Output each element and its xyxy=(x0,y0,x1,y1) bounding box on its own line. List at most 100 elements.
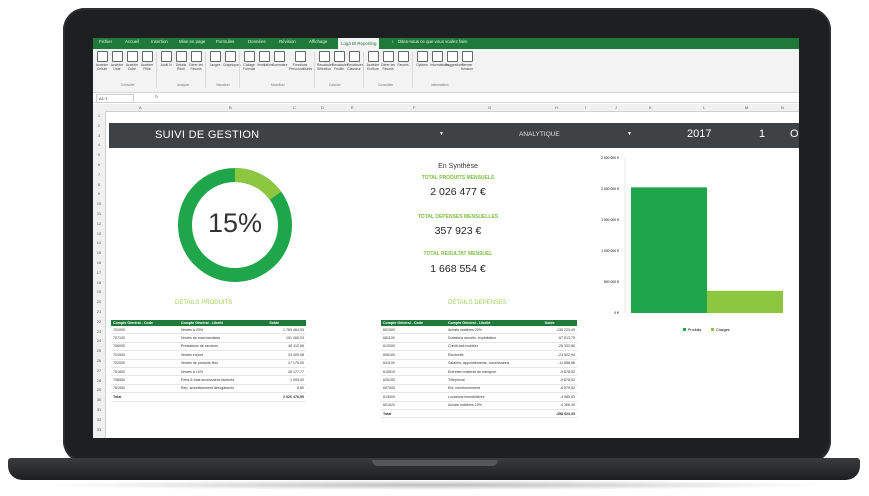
row-header[interactable]: 9 xyxy=(93,191,105,196)
favoris-star-button[interactable]: Favoris xyxy=(396,51,410,67)
table-row[interactable]: 701000 Ventes à 20% 1 769 464,53 xyxy=(111,326,306,335)
table-row[interactable]: 601000 Achats matières 20% -135 223,49 xyxy=(381,326,577,335)
table-row[interactable]: 702000 Ventes de produits finis 17 175,00 xyxy=(111,359,306,368)
table-row[interactable]: 781500 Rep. amortissement dérogatoires 8,8… xyxy=(111,384,306,394)
row-header[interactable]: 25 xyxy=(93,348,105,353)
account-code[interactable]: 641100 xyxy=(381,359,447,368)
account-label[interactable]: Téléphone xyxy=(446,375,543,385)
row-header[interactable]: 30 xyxy=(93,397,105,402)
table-row[interactable]: 707100 Ventes de marchandises 151 360,03 xyxy=(111,333,306,343)
tab-loga-bi-reporting[interactable]: Loga BI Reporting xyxy=(338,38,380,49)
row-header[interactable]: 16 xyxy=(93,260,105,265)
formula-bar[interactable] xyxy=(93,93,799,103)
account-code[interactable]: 601020 xyxy=(381,401,447,410)
bar-produits[interactable] xyxy=(631,187,707,313)
row-header[interactable]: 27 xyxy=(93,368,105,373)
row-header[interactable]: 19 xyxy=(93,289,105,294)
row-header[interactable]: 24 xyxy=(93,338,105,343)
options-button[interactable]: Options xyxy=(415,51,429,67)
row-header[interactable]: 21 xyxy=(93,309,105,314)
account-label[interactable]: Rep. amortissement dérogatoires xyxy=(178,384,268,394)
column-header[interactable]: I xyxy=(585,104,586,111)
row-header[interactable]: 4 xyxy=(93,142,105,147)
column-header[interactable]: N xyxy=(781,104,784,111)
account-code[interactable]: 701500 xyxy=(111,350,179,360)
table-row[interactable]: 607000 Ent. fonctionnement -6 579,52 xyxy=(381,384,577,394)
account-label[interactable]: Dotations amortis. exploitation xyxy=(446,333,543,343)
column-header[interactable]: J xyxy=(615,104,617,111)
gerer-favoris-button[interactable]: Gérer les Favoris xyxy=(381,51,395,71)
table-row[interactable]: 626100 Téléphone -9 878,52 xyxy=(381,375,577,385)
balance-value[interactable]: -4 985,63 xyxy=(542,392,577,402)
column-header[interactable]: F xyxy=(413,104,415,111)
account-label[interactable]: Ent. fonctionnement xyxy=(446,384,543,394)
table-row[interactable]: 701600 Ventes à 10% 28 177,77 xyxy=(111,367,306,377)
tab-affichage[interactable]: Affichage xyxy=(309,39,327,44)
account-label[interactable]: Ventes à 20% xyxy=(178,326,268,335)
column-header[interactable]: K xyxy=(649,104,652,111)
balance-value[interactable]: 46 112,06 xyxy=(267,342,306,352)
table-row[interactable]: 613000 Locations immobilières -4 985,63 xyxy=(381,392,577,402)
acceder-ecriture-button[interactable]: Accéder Ecriture xyxy=(366,51,380,71)
fonctions-button[interactable]: Fonctions Personnalisées xyxy=(289,51,312,71)
row-header[interactable]: 1 xyxy=(93,113,105,118)
column-header[interactable]: L xyxy=(703,104,705,111)
account-label[interactable]: Achats matières 10% xyxy=(446,401,543,410)
account-code[interactable]: 702000 xyxy=(111,359,179,368)
tab-revision[interactable]: Révision xyxy=(279,39,296,44)
column-header[interactable]: E xyxy=(351,104,354,111)
row-header[interactable]: 7 xyxy=(93,172,105,177)
row-header[interactable]: 5 xyxy=(93,152,105,157)
details-button[interactable]: Détails Rech xyxy=(174,51,188,71)
account-code[interactable]: 601000 xyxy=(381,326,447,335)
balance-value[interactable]: 17 175,00 xyxy=(267,359,306,368)
account-label[interactable]: Ventes de marchandises xyxy=(178,333,268,343)
account-code[interactable]: 626100 xyxy=(381,375,447,385)
account-label[interactable]: Achats matières 20% xyxy=(446,326,543,335)
acceder-cellule-button[interactable]: Accéder Cellule xyxy=(95,51,109,71)
balance-value[interactable]: 28 177,77 xyxy=(267,367,306,377)
dropdown-arrow-icon[interactable]: ▼ xyxy=(439,131,444,137)
account-code[interactable]: 706000 xyxy=(111,342,179,352)
row-header[interactable]: 15 xyxy=(93,250,105,255)
row-header[interactable]: 14 xyxy=(93,240,105,245)
graphiques-button[interactable]: Graphiques xyxy=(223,51,241,67)
column-header[interactable]: D xyxy=(321,104,324,111)
account-code[interactable]: 681100 xyxy=(381,333,447,343)
column-header[interactable]: C xyxy=(293,104,296,111)
fermer-session-button[interactable]: Fermer Session xyxy=(460,51,474,71)
column-header[interactable]: H xyxy=(555,104,558,111)
account-label[interactable]: Ventes export xyxy=(178,350,268,360)
row-header[interactable]: 29 xyxy=(93,387,105,392)
row-header[interactable]: 26 xyxy=(93,358,105,363)
account-label[interactable]: Salaires, appointements, commissions xyxy=(446,359,543,368)
tab-accueil[interactable]: Accueil xyxy=(125,39,139,44)
account-code[interactable]: 607000 xyxy=(381,384,447,394)
account-label[interactable]: Electricité xyxy=(446,350,543,360)
account-label[interactable]: Crédit-bail mobilier xyxy=(446,342,543,352)
account-label[interactable]: Prestations de services xyxy=(178,342,268,352)
row-header[interactable]: 6 xyxy=(93,162,105,167)
balance-value[interactable]: 8,80 xyxy=(267,384,306,394)
row-header[interactable]: 13 xyxy=(93,231,105,236)
account-code[interactable]: 701000 xyxy=(111,326,179,335)
table-row[interactable]: 612000 Crédit-bail mobilier -25 332,80 xyxy=(381,342,577,352)
balance-value[interactable]: -67 613,75 xyxy=(542,333,577,343)
year-selector[interactable]: 2017 xyxy=(687,128,711,140)
acceder-filtre-button[interactable]: Accéder Filtre xyxy=(140,51,154,71)
account-label[interactable]: Ports & frais accessoires facturés xyxy=(178,375,268,385)
bar-charges[interactable] xyxy=(707,290,783,313)
row-header[interactable]: 2 xyxy=(93,123,105,128)
row-header[interactable]: 32 xyxy=(93,417,105,422)
recalculer-feuille-button[interactable]: Recalculer Feuille xyxy=(332,51,348,71)
account-label[interactable]: Ventes à 10% xyxy=(178,367,268,377)
acceder-liste-button[interactable]: Accéder Liste xyxy=(110,51,124,71)
row-header[interactable]: 33 xyxy=(93,427,105,432)
account-label[interactable]: Entretien matériel de transport xyxy=(446,367,543,377)
balance-value[interactable]: -11 658,96 xyxy=(542,359,577,368)
row-header[interactable]: 12 xyxy=(93,221,105,226)
balance-value[interactable]: 151 360,03 xyxy=(267,333,306,343)
account-code[interactable]: 781500 xyxy=(111,384,179,394)
row-header[interactable]: 23 xyxy=(93,329,105,334)
row-header[interactable]: 22 xyxy=(93,319,105,324)
